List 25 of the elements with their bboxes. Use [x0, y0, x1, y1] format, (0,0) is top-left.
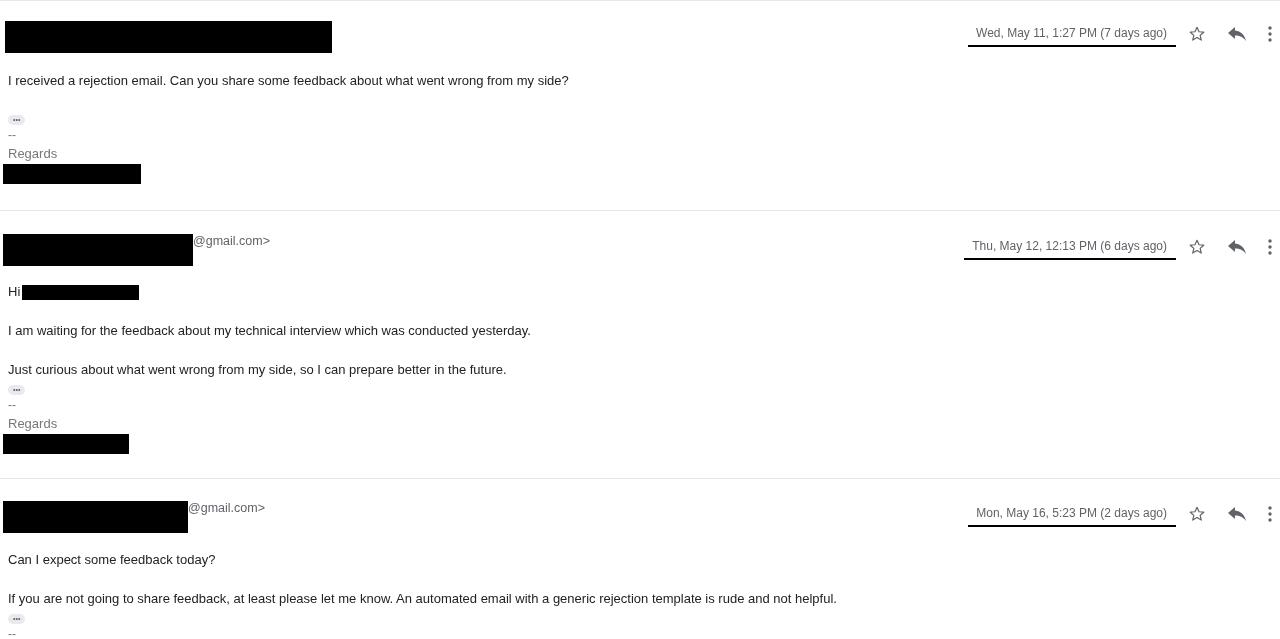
message-date: Wed, May 11, 1:27 PM (7 days ago)	[968, 21, 1176, 47]
greeting-text: Hi	[8, 283, 21, 301]
signature-text: Regards	[8, 145, 59, 163]
message-text: If you are not going to share feedback, at least please let me know. An automated email with a generic rejection template is rude and not helpful.	[8, 590, 838, 608]
message-text: I received a rejection email. Can you share some feedback about what went wrong from my side?	[8, 72, 570, 90]
more-icon[interactable]	[1268, 26, 1272, 42]
message-text: Just curious about what went wrong from my side, so I can prepare better in the future.	[8, 361, 508, 379]
signature-separator: --	[8, 626, 17, 639]
signature-separator: --	[8, 127, 17, 144]
signature-text: Regards	[8, 415, 59, 433]
message-text: I am waiting for the feedback about my technical interview which was conducted yesterday.	[8, 322, 532, 340]
reply-icon[interactable]	[1228, 507, 1246, 521]
star-icon[interactable]	[1188, 25, 1206, 43]
message-date: Thu, May 12, 12:13 PM (6 days ago)	[964, 234, 1176, 260]
message-date: Mon, May 16, 5:23 PM (2 days ago)	[968, 501, 1176, 527]
reply-icon[interactable]	[1228, 27, 1246, 41]
sender-address: @gmail.com>	[193, 234, 270, 248]
star-icon[interactable]	[1188, 505, 1206, 523]
more-icon[interactable]	[1268, 239, 1272, 255]
reply-icon[interactable]	[1228, 240, 1246, 254]
more-icon[interactable]	[1268, 506, 1272, 522]
signature-separator: --	[8, 397, 17, 414]
star-icon[interactable]	[1188, 238, 1206, 256]
sender-address: @gmail.com>	[188, 501, 265, 515]
message-text: Can I expect some feedback today?	[8, 551, 217, 569]
